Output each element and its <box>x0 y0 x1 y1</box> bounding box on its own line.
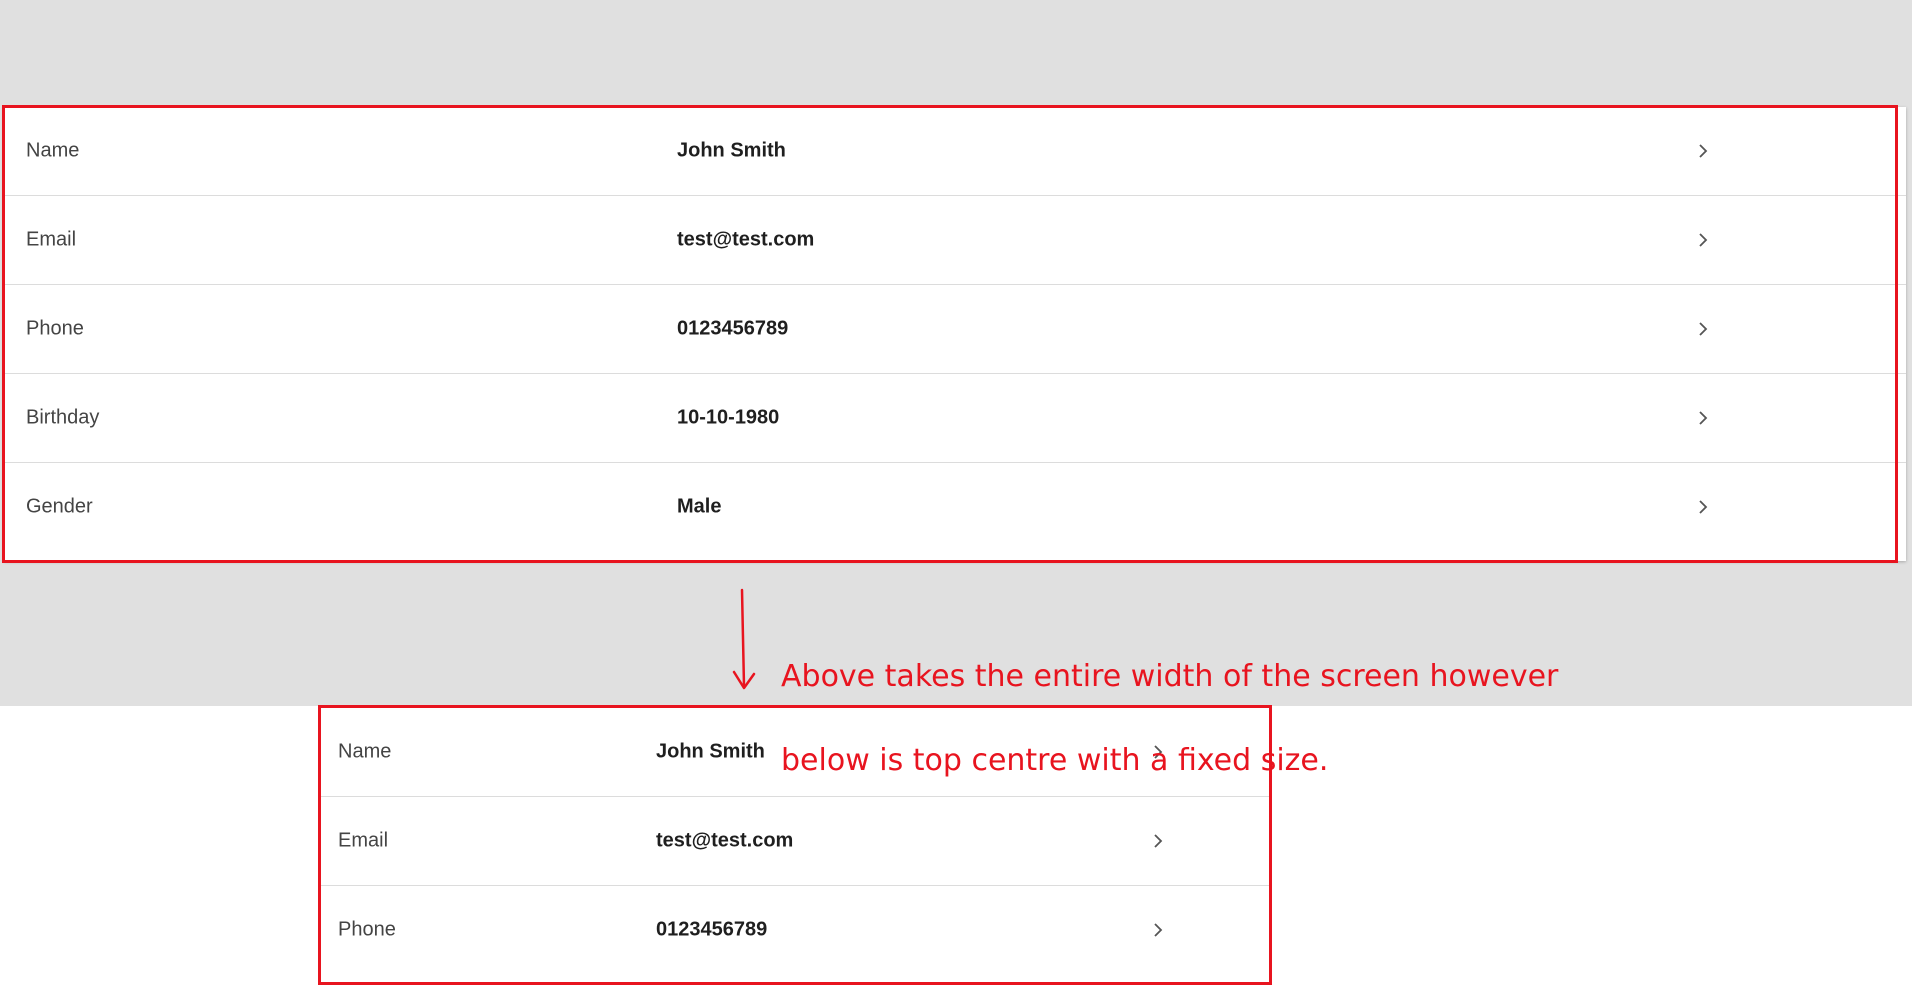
chevron-right-icon <box>1696 142 1710 160</box>
row-value: 0123456789 <box>656 918 768 941</box>
row-label: Gender <box>26 495 93 518</box>
chevron-right-icon <box>1696 498 1710 516</box>
row-label: Birthday <box>26 406 100 429</box>
chevron-right-icon <box>1151 921 1165 939</box>
row-label: Phone <box>26 317 84 340</box>
annotation-note: Above takes the entire width of the scre… <box>781 614 1581 824</box>
annotation-line-1: Above takes the entire width of the scre… <box>781 659 1559 694</box>
chevron-right-icon <box>1696 231 1710 249</box>
full-width-profile-list: Name John Smith Email test@test.com Phon… <box>4 107 1906 561</box>
chevron-right-icon <box>1696 409 1710 427</box>
screenshot-stage: Name John Smith Email test@test.com Phon… <box>0 0 1912 987</box>
row-label: Email <box>26 228 77 251</box>
annotation-line-2: below is top centre with a fixed size. <box>781 743 1329 778</box>
row-value: 0123456789 <box>677 317 789 340</box>
row-label: Name <box>338 740 392 763</box>
row-label: Email <box>338 829 389 852</box>
row-value: test@test.com <box>677 228 815 251</box>
row-label: Phone <box>338 918 396 941</box>
row-value: John Smith <box>677 139 786 162</box>
row-value: John Smith <box>656 740 765 763</box>
row-value: 10-10-1980 <box>677 406 780 429</box>
list-item-phone[interactable]: Phone 0123456789 <box>320 886 1272 974</box>
list-item-name[interactable]: Name John Smith <box>4 107 1906 196</box>
row-value: test@test.com <box>656 829 794 852</box>
row-label: Name <box>26 139 80 162</box>
list-item-phone[interactable]: Phone 0123456789 <box>4 285 1906 374</box>
chevron-right-icon <box>1696 320 1710 338</box>
row-value: Male <box>677 495 722 518</box>
list-item-birthday[interactable]: Birthday 10-10-1980 <box>4 374 1906 463</box>
annotation-arrow-down-icon <box>732 588 756 690</box>
list-item-email[interactable]: Email test@test.com <box>4 196 1906 285</box>
chevron-right-icon <box>1151 832 1165 850</box>
list-item-gender[interactable]: Gender Male <box>4 463 1906 551</box>
